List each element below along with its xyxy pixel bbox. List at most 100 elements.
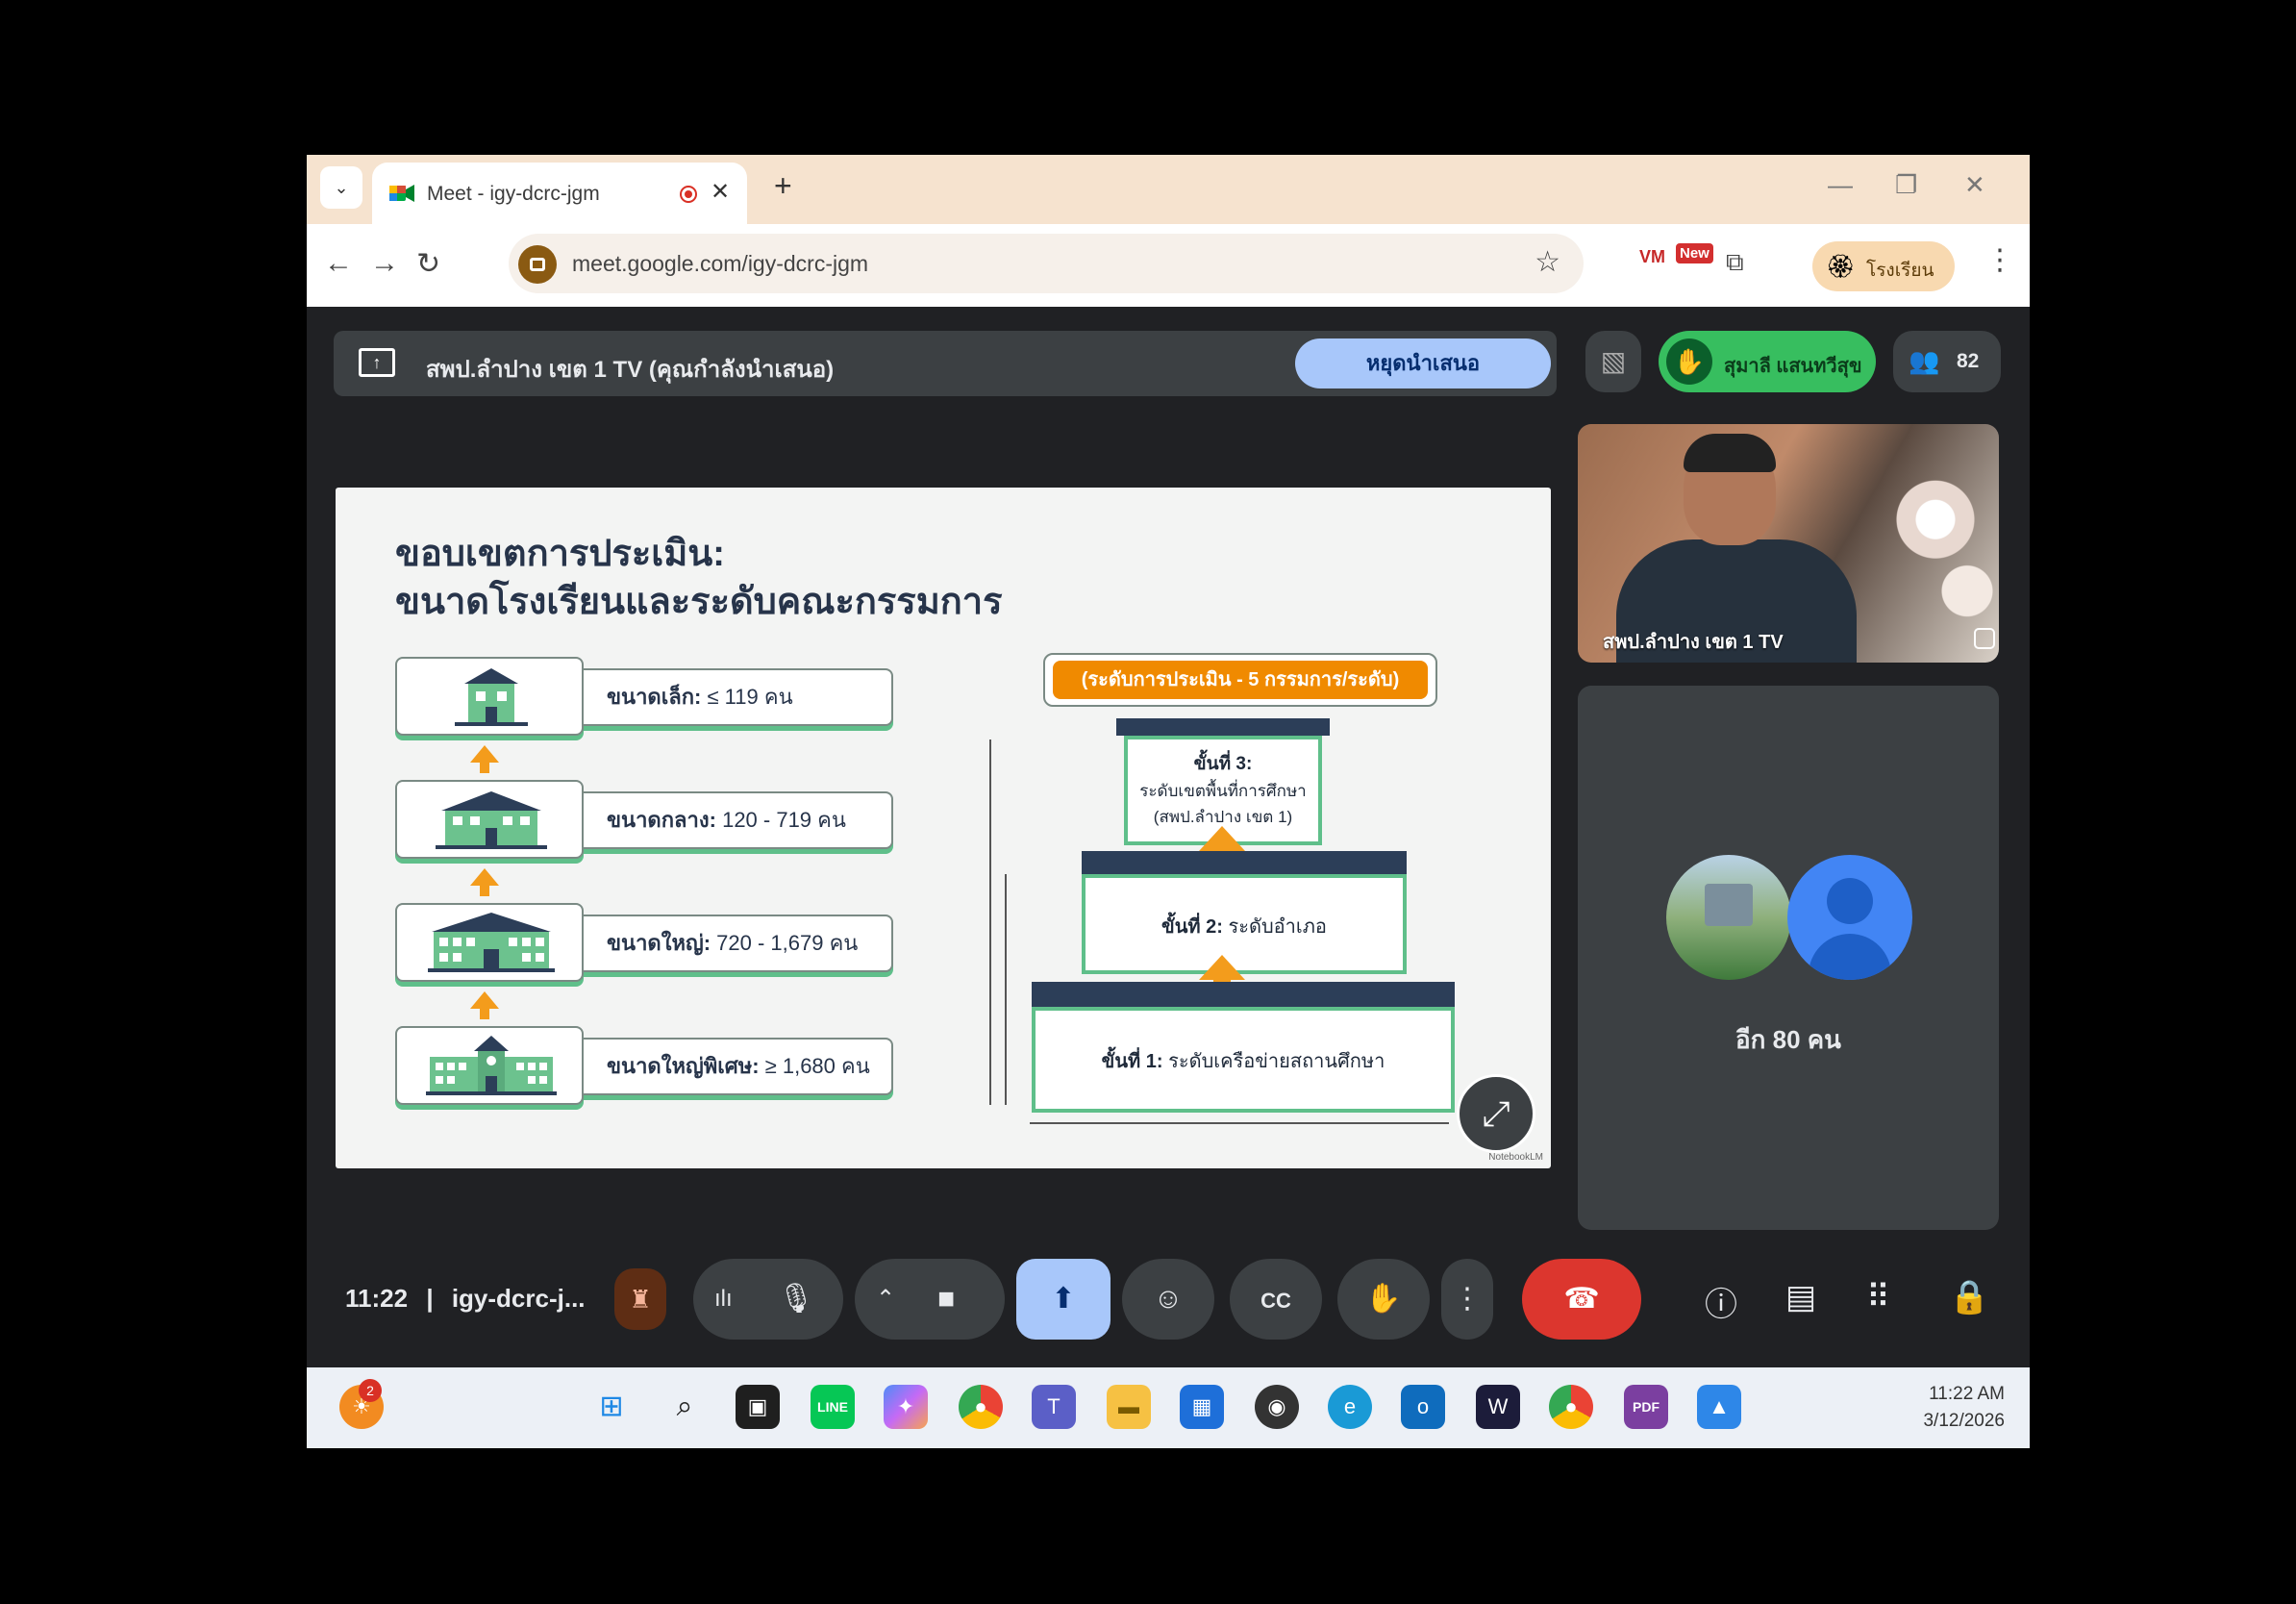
minimize-icon[interactable]: —	[1828, 170, 1853, 200]
browser-menu-icon[interactable]: ⋮	[1985, 243, 2014, 277]
new-tab-icon[interactable]: +	[774, 168, 792, 204]
present-screen-icon: ↑	[359, 348, 395, 377]
raise-hand-icon: ✋	[1365, 1283, 1402, 1315]
chrome-profile-icon[interactable]: ●	[1549, 1385, 1593, 1429]
layout-icon[interactable]: ▧	[1585, 331, 1641, 392]
task-view-icon[interactable]: ▣	[736, 1385, 780, 1429]
dimension-line	[989, 739, 991, 1105]
step1-roof	[1032, 982, 1455, 1007]
presented-slide: ขอบเขตการประเมิน: ขนาดโรงเรียนและระดับคณ…	[336, 488, 1551, 1168]
store-icon[interactable]: ▦	[1180, 1385, 1224, 1429]
size-medium-label: ขนาดกลาง: 120 - 719 คน	[584, 791, 893, 849]
clock-date: 3/12/2026	[1923, 1411, 2005, 1431]
fullscreen-expand-button[interactable]: ⤢	[1457, 1074, 1535, 1153]
notification-badge: 2	[359, 1379, 382, 1402]
emoji-icon: ☺	[1153, 1283, 1184, 1315]
present-screen-icon: ⬆	[1051, 1283, 1076, 1315]
address-bar[interactable]: meet.google.com/igy-dcrc-jgm ☆	[509, 234, 1584, 293]
meeting-info-text: 11:22 | igy-dcrc-j...	[345, 1284, 586, 1314]
camera-icon[interactable]: ■	[937, 1259, 955, 1340]
meeting-details-icon[interactable]: ⓘ	[1705, 1278, 1737, 1325]
avatar	[1787, 855, 1912, 980]
leave-call-button[interactable]: ☎	[1522, 1259, 1641, 1340]
stop-presenting-button[interactable]: หยุดนำเสนอ	[1295, 338, 1551, 388]
system-clock[interactable]: 11:22 AM 3/12/2026	[1923, 1381, 2005, 1435]
more-options-button[interactable]: ⋮	[1441, 1259, 1493, 1340]
restore-icon[interactable]: ❐	[1895, 170, 1917, 200]
search-icon[interactable]: ⌕	[662, 1385, 707, 1429]
step1-label: ขั้นที่ 1:	[1101, 1051, 1163, 1072]
size-small-label: ขนาดเล็ก: ≤ 119 คน	[584, 668, 893, 726]
audio-level-icon: ılı	[714, 1286, 733, 1312]
close-tab-icon[interactable]: ✕	[711, 178, 730, 206]
participants-button[interactable]: 👥 82	[1893, 331, 2001, 392]
microphone-icon[interactable]: 🎙	[778, 1259, 814, 1340]
chevron-up-icon[interactable]: ⌃	[876, 1259, 895, 1340]
captions-icon: CC	[1260, 1289, 1291, 1313]
host-controls-icon[interactable]: ♜	[614, 1268, 666, 1330]
copilot-icon[interactable]: ✦	[884, 1385, 928, 1429]
line-app-icon[interactable]: LINE	[811, 1385, 855, 1429]
activities-icon[interactable]: ⠿	[1866, 1278, 1890, 1316]
slide-title-line2: ขนาดโรงเรียนและระดับคณะกรรมการ	[395, 582, 1003, 622]
chrome-icon[interactable]: ●	[959, 1385, 1003, 1429]
people-icon: 👥	[1909, 346, 1940, 375]
clock-time: 11:22 AM	[1929, 1384, 2005, 1404]
recording-icon	[680, 186, 697, 203]
outlook-icon[interactable]: o	[1401, 1385, 1445, 1429]
site-info-icon[interactable]	[518, 245, 557, 284]
extensions-puzzle-icon[interactable]: ⧉	[1726, 247, 1744, 278]
end-call-icon: ☎	[1563, 1283, 1600, 1315]
profile-button[interactable]: 🏵 โรงเรียน	[1812, 241, 1955, 291]
forward-icon[interactable]: →	[370, 247, 399, 280]
chevron-down-icon: ⌄	[334, 177, 349, 197]
meeting-time: 11:22	[345, 1284, 409, 1313]
school-size-large: ขนาดใหญ่: 720 - 1,679 คน	[395, 903, 895, 990]
step-up-arrow-icon	[1199, 826, 1245, 873]
step2-label: ขั้นที่ 2:	[1161, 916, 1223, 938]
size-large-label: ขนาดใหญ่: 720 - 1,679 คน	[584, 915, 893, 972]
vm-extension-icon[interactable]: VM	[1639, 247, 1665, 267]
pdf-app-icon[interactable]: PDF	[1624, 1385, 1668, 1429]
tab-search-button[interactable]: ⌄	[320, 166, 362, 209]
school-small-icon	[395, 657, 584, 736]
video-tile-name: สพป.ลำปาง เขต 1 TV	[1603, 632, 1784, 653]
present-screen-button[interactable]: ⬆	[1016, 1259, 1111, 1340]
app-icon[interactable]: ◉	[1255, 1385, 1299, 1429]
teams-icon[interactable]: T	[1032, 1385, 1076, 1429]
back-icon[interactable]: ←	[324, 247, 353, 280]
slide-title-line1: ขอบเขตการประเมิน:	[395, 534, 725, 574]
pin-icon[interactable]	[1974, 628, 1995, 649]
bookmark-star-icon[interactable]: ☆	[1535, 245, 1560, 279]
raise-hand-button[interactable]: ✋	[1337, 1259, 1430, 1340]
school-size-extra-large: ขนาดใหญ่พิเศษ: ≥ 1,680 คน	[395, 1026, 895, 1113]
chat-icon[interactable]: ▤	[1785, 1278, 1816, 1316]
app-w-icon[interactable]: W	[1476, 1385, 1520, 1429]
captions-button[interactable]: CC	[1230, 1259, 1322, 1340]
video-background	[1893, 424, 1999, 663]
windows-start-icon[interactable]: ⊞	[589, 1385, 634, 1429]
camera-control-group: ⌃ ■	[855, 1259, 1005, 1340]
new-extension-icon[interactable]: New	[1676, 243, 1713, 263]
edge-icon[interactable]: e	[1328, 1385, 1372, 1429]
host-lock-icon[interactable]: 🔒	[1949, 1278, 1989, 1316]
others-count-label: อีก 80 คน	[1735, 1025, 1841, 1054]
school-size-medium: ขนาดกลาง: 120 - 719 คน	[395, 780, 895, 866]
close-window-icon[interactable]: ✕	[1964, 170, 1985, 200]
profile-label: โรงเรียน	[1866, 261, 1934, 281]
other-participants-tile[interactable]: อีก 80 คน	[1578, 686, 1999, 1230]
step-up-arrow-icon	[1199, 955, 1245, 1002]
tab-title: Meet - igy-dcrc-jgm	[427, 183, 600, 205]
raised-hand-indicator[interactable]: ✋ สุมาลี แสนทวีสุข	[1659, 331, 1876, 392]
photos-icon[interactable]: ▲	[1697, 1385, 1741, 1429]
slide-title: ขอบเขตการประเมิน: ขนาดโรงเรียนและระดับคณ…	[395, 530, 1003, 626]
emoji-reaction-button[interactable]: ☺	[1122, 1259, 1214, 1340]
presenter-video-tile[interactable]: สพป.ลำปาง เขต 1 TV	[1578, 424, 1999, 663]
step2-value: ระดับอำเภอ	[1228, 916, 1327, 938]
dimension-line	[1005, 874, 1007, 1105]
arrow-up-icon	[470, 868, 499, 896]
evaluation-level-banner-text: (ระดับการประเมิน - 5 กรรมการ/ระดับ)	[1053, 661, 1428, 699]
file-explorer-icon[interactable]: ▬	[1107, 1385, 1151, 1429]
reload-icon[interactable]: ↻	[416, 247, 440, 281]
tab-meet[interactable]: Meet - igy-dcrc-jgm ✕	[372, 163, 747, 224]
